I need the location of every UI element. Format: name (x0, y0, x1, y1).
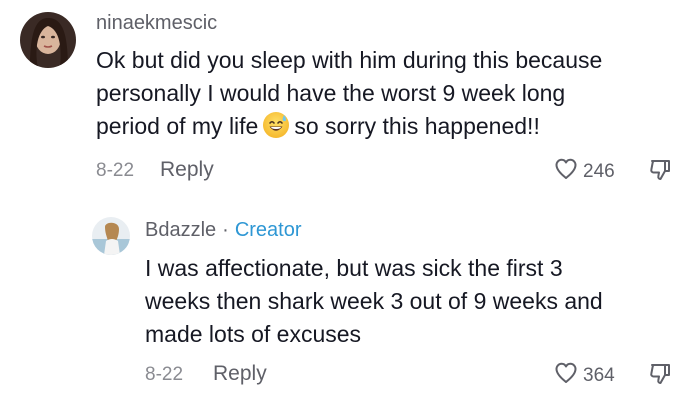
reply-button[interactable]: Reply (213, 362, 267, 386)
dislike-button[interactable] (647, 361, 673, 392)
like-button[interactable]: 364 (553, 360, 615, 391)
heart-icon (553, 360, 579, 391)
reply-text-line: weeks then shark week 3 out of 9 weeks a… (145, 288, 603, 314)
comment-text-fragment: period of my life (96, 113, 259, 139)
creator-badge: Creator (234, 219, 302, 241)
dislike-button[interactable] (647, 157, 673, 188)
comment-text-line: period of my life so sorry this happened… (96, 110, 602, 143)
avatar[interactable] (92, 217, 130, 255)
like-button[interactable]: 246 (553, 156, 615, 187)
reply-text-line: I was affectionate, but was sick the fir… (145, 255, 563, 281)
like-count: 364 (583, 364, 615, 386)
reply-date: 8-22 (145, 364, 184, 385)
avatar[interactable] (20, 12, 76, 68)
thumbs-down-icon (647, 160, 673, 187)
comment-date: 8-22 (96, 160, 135, 181)
heart-icon (553, 156, 579, 187)
comment-text-fragment: so sorry this happened!! (294, 113, 540, 139)
comment-text-line: Ok but did you sleep with him during thi… (96, 47, 603, 73)
reply-text-line: made lots of excuses (145, 321, 362, 347)
reply-username[interactable]: Bdazzle · Creator (145, 219, 302, 242)
like-count: 246 (583, 160, 615, 182)
reply-button[interactable]: Reply (160, 158, 214, 182)
comment-username[interactable]: ninaekmescic (96, 12, 217, 35)
comment-text-line: personally I would have the worst 9 week… (96, 80, 566, 106)
grinning-face-with-sweat-icon (262, 111, 290, 139)
thumbs-down-icon (647, 364, 673, 391)
username-separator: · (222, 219, 229, 241)
reply-username-text[interactable]: Bdazzle (145, 219, 216, 241)
comment-text: Ok but did you sleep with him during thi… (96, 44, 602, 143)
reply-text: I was affectionate, but was sick the fir… (145, 252, 603, 351)
